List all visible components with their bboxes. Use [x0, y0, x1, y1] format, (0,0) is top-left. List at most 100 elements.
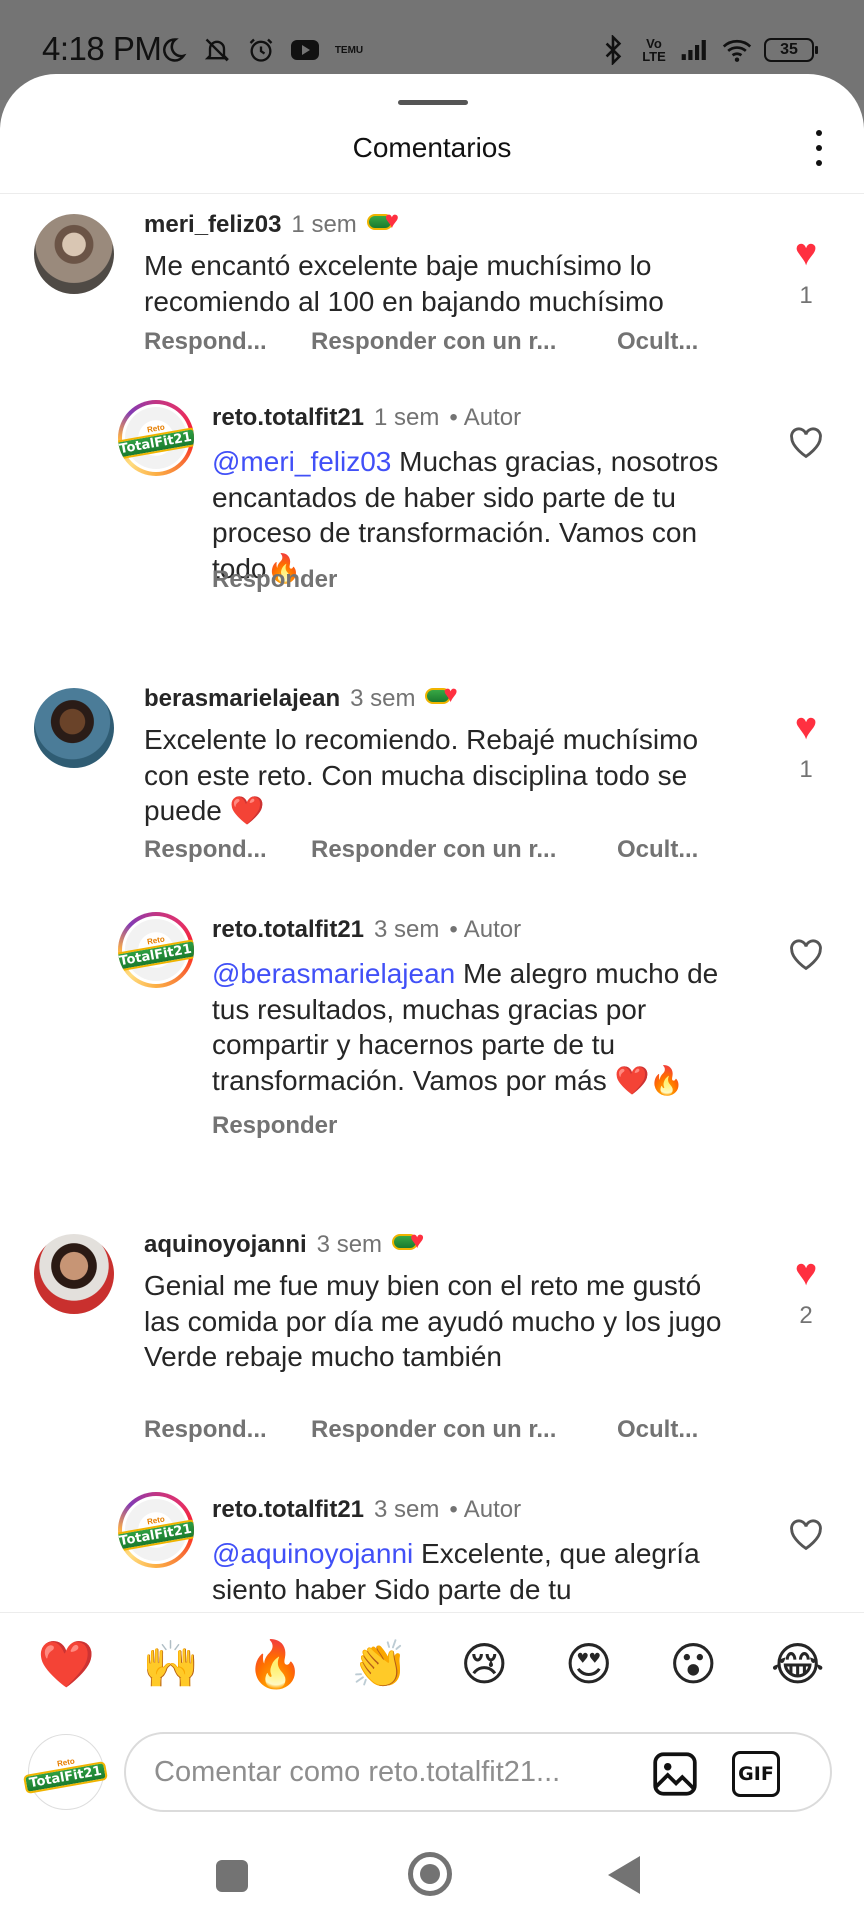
reply-button[interactable]: Responder [212, 566, 337, 594]
creator-liked-badge: ♥ [366, 209, 413, 235]
reaction-cry[interactable]: 😢 [449, 1634, 519, 1694]
reply-button[interactable]: Respond... [144, 836, 311, 864]
bluetooth-icon [598, 35, 628, 65]
status-icons-left: TEMU [158, 30, 364, 70]
comment-header: reto.totalfit21 3 sem • Autor [212, 1496, 522, 1524]
comment-header: aquinoyojanni 3 sem ♥ [144, 1228, 438, 1259]
home-button[interactable] [408, 1852, 452, 1896]
like-column [782, 424, 830, 462]
comment-time: 3 sem [374, 916, 440, 943]
signal-icon [680, 35, 710, 65]
reply-with-reel-button[interactable]: Responder con un r... [311, 328, 617, 356]
comment-actions: Respond... Responder con un r... Ocult..… [144, 1416, 698, 1444]
comment-header: meri_feliz03 1 sem ♥ [144, 208, 413, 239]
like-count: 1 [799, 282, 813, 309]
sheet-title: Comentarios [352, 132, 512, 163]
like-count: 2 [799, 1302, 813, 1329]
reaction-heart[interactable]: ❤️ [31, 1634, 101, 1694]
hide-button[interactable]: Ocult... [617, 328, 698, 356]
comment-actions: Responder [212, 1112, 337, 1140]
reply-text: @berasmarielajean Me alegro mucho de tus… [212, 958, 719, 1096]
reaction-clap[interactable]: 👏 [345, 1634, 415, 1694]
comment-time: 3 sem [316, 1231, 383, 1258]
mention-link[interactable]: @aquinoyojanni [212, 1538, 413, 1569]
comment-actions: Respond... Responder con un r... Ocult..… [144, 328, 698, 356]
author-label: Autor [463, 916, 522, 943]
comment-actions: Respond... Responder con un r... Ocult..… [144, 836, 698, 864]
comment-header: reto.totalfit21 1 sem • Autor [212, 404, 522, 432]
comment-time: 3 sem [374, 1496, 440, 1523]
comment-username[interactable]: meri_feliz03 [144, 211, 281, 239]
reply-text: @meri_feliz03 Muchas gracias, nosotros e… [212, 446, 719, 584]
hide-button[interactable]: Ocult... [617, 1416, 698, 1444]
avatar[interactable] [34, 1234, 114, 1314]
mention-link[interactable]: @meri_feliz03 [212, 446, 391, 477]
avatar[interactable]: Reto TotalFit21 [118, 912, 194, 988]
comment-text: Excelente lo recomiendo. Rebajé muchísim… [144, 724, 699, 826]
author-label: Autor [463, 404, 522, 431]
reply-text: @aquinoyojanni Excelente, que alegría si… [212, 1538, 700, 1605]
sheet-drag-handle[interactable] [398, 100, 468, 105]
reaction-laugh[interactable]: 😂 [763, 1634, 833, 1694]
avatar[interactable] [34, 688, 114, 768]
alarm-icon [246, 35, 276, 65]
reaction-heart-eyes[interactable]: 😍 [554, 1634, 624, 1694]
hide-button[interactable]: Ocult... [617, 836, 698, 864]
like-column [782, 936, 830, 974]
youtube-icon [290, 35, 320, 65]
comments-list[interactable]: meri_feliz03 1 sem ♥ Me encantó excelent… [0, 194, 864, 1612]
reaction-fire[interactable]: 🔥 [240, 1634, 310, 1694]
heart-filled-icon[interactable]: ♥ [782, 234, 830, 272]
comment-header: berasmarielajean 3 sem ♥ [144, 682, 471, 713]
comment-username[interactable]: reto.totalfit21 [212, 1496, 364, 1524]
reaction-raised-hands[interactable]: 🙌 [136, 1634, 206, 1694]
heart-outline-icon[interactable] [787, 936, 825, 974]
reply-with-reel-button[interactable]: Responder con un r... [311, 1416, 617, 1444]
battery-icon: 35 [764, 38, 818, 62]
comment-text: Genial me fue muy bien con el reto me gu… [144, 1270, 722, 1372]
reply-button[interactable]: Respond... [144, 328, 311, 356]
more-options-icon[interactable] [804, 126, 834, 170]
bell-off-icon [202, 35, 232, 65]
heart-filled-icon[interactable]: ♥ [782, 1254, 830, 1292]
comment-username[interactable]: aquinoyojanni [144, 1231, 307, 1259]
creator-liked-badge: ♥ [425, 683, 471, 709]
temu-icon: TEMU [334, 44, 364, 56]
system-nav-bar [0, 1760, 864, 1920]
recents-button[interactable] [216, 1860, 248, 1892]
comment-time: 3 sem [350, 685, 416, 712]
status-time: 4:18 PM [42, 30, 162, 67]
back-button[interactable] [608, 1856, 640, 1894]
like-count: 1 [799, 756, 813, 783]
avatar[interactable] [34, 214, 114, 294]
comment-text: Me encantó excelente baje muchísimo lo r… [144, 250, 664, 317]
status-icons-right: Vo LTE 35 [598, 30, 818, 70]
mention-link[interactable]: @berasmarielajean [212, 958, 455, 989]
reply-button[interactable]: Responder [212, 1112, 337, 1140]
heart-filled-icon[interactable]: ♥ [782, 708, 830, 746]
comments-sheet: Comentarios meri_feliz03 1 sem ♥ Me enca… [0, 74, 864, 1920]
wifi-icon [722, 35, 752, 65]
reaction-wow[interactable]: 😮 [658, 1634, 728, 1694]
avatar[interactable]: Reto TotalFit21 [118, 400, 194, 476]
like-column: ♥ 1 [782, 234, 830, 310]
reply-button[interactable]: Respond... [144, 1416, 311, 1444]
heart-outline-icon[interactable] [787, 1516, 825, 1554]
quick-reactions-bar: ❤️ 🙌 🔥 👏 😢 😍 😮 😂 [0, 1612, 864, 1714]
comment-header: reto.totalfit21 3 sem • Autor [212, 916, 522, 944]
reply-with-reel-button[interactable]: Responder con un r... [311, 836, 617, 864]
comment-username[interactable]: reto.totalfit21 [212, 916, 364, 944]
volte-icon: Vo LTE [642, 36, 666, 64]
heart-outline-icon[interactable] [787, 424, 825, 462]
comment-username[interactable]: berasmarielajean [144, 685, 340, 713]
comment-time: 1 sem [374, 404, 440, 431]
comment-actions: Responder [212, 566, 337, 594]
avatar[interactable]: Reto TotalFit21 [118, 1492, 194, 1568]
comment-username[interactable]: reto.totalfit21 [212, 404, 364, 432]
like-column [782, 1516, 830, 1554]
creator-liked-badge: ♥ [392, 1229, 438, 1255]
like-column: ♥ 1 [782, 708, 830, 784]
moon-icon [158, 35, 188, 65]
like-column: ♥ 2 [782, 1254, 830, 1330]
comment-time: 1 sem [291, 211, 357, 238]
